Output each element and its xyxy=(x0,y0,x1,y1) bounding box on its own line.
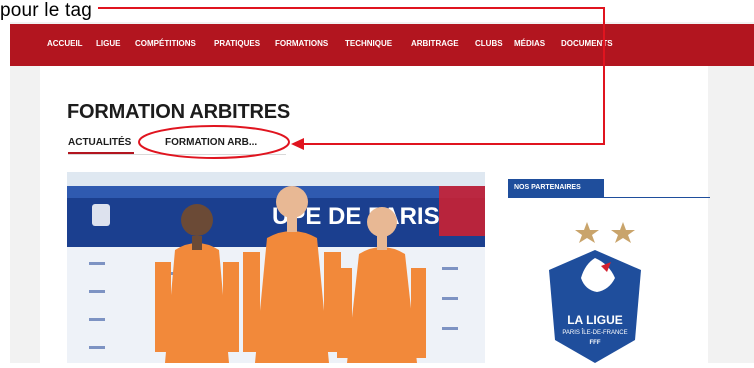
nav-item-competitions[interactable]: COMPÉTITIONS xyxy=(135,39,196,49)
partners-divider xyxy=(508,197,710,198)
nav-item-formations[interactable]: FORMATIONS xyxy=(275,39,328,49)
star-icon xyxy=(611,222,635,243)
la-ligue-logo[interactable]: LA LIGUE PARIS ÎLE-DE-FRANCE FFF xyxy=(545,220,645,363)
nav-item-technique[interactable]: TECHNIQUE xyxy=(345,39,392,49)
logo-subtitle: PARIS ÎLE-DE-FRANCE xyxy=(562,329,627,336)
nav-item-clubs[interactable]: CLUBS xyxy=(475,39,503,49)
caption-text: pour le tag xyxy=(0,0,92,21)
logo-fff: FFF xyxy=(590,340,601,346)
nav-item-documents[interactable]: DOCUMENTS xyxy=(561,39,613,49)
star-icon xyxy=(575,222,599,243)
nav-item-ligue[interactable]: LIGUE xyxy=(96,39,120,49)
news-photo[interactable]: UPE DE PARIS xyxy=(67,172,485,363)
nav-item-arbitrage[interactable]: ARBITRAGE xyxy=(411,39,459,49)
referees-photo-illustration: UPE DE PARIS xyxy=(67,172,485,363)
tab-actualites[interactable]: ACTUALITÉS xyxy=(68,137,131,148)
nav-item-pratiques[interactable]: PRATIQUES xyxy=(214,39,260,49)
tab-divider xyxy=(68,154,286,155)
nav-item-medias[interactable]: MÉDIAS xyxy=(514,39,545,49)
nav-item-accueil[interactable]: ACCUEIL xyxy=(47,39,83,49)
page-title: FORMATION ARBITRES xyxy=(67,101,291,123)
logo-title: LA LIGUE xyxy=(567,313,623,327)
tab-formation-arbitres[interactable]: FORMATION ARB... xyxy=(165,137,257,148)
partners-heading: NOS PARTENAIRES xyxy=(508,179,604,197)
